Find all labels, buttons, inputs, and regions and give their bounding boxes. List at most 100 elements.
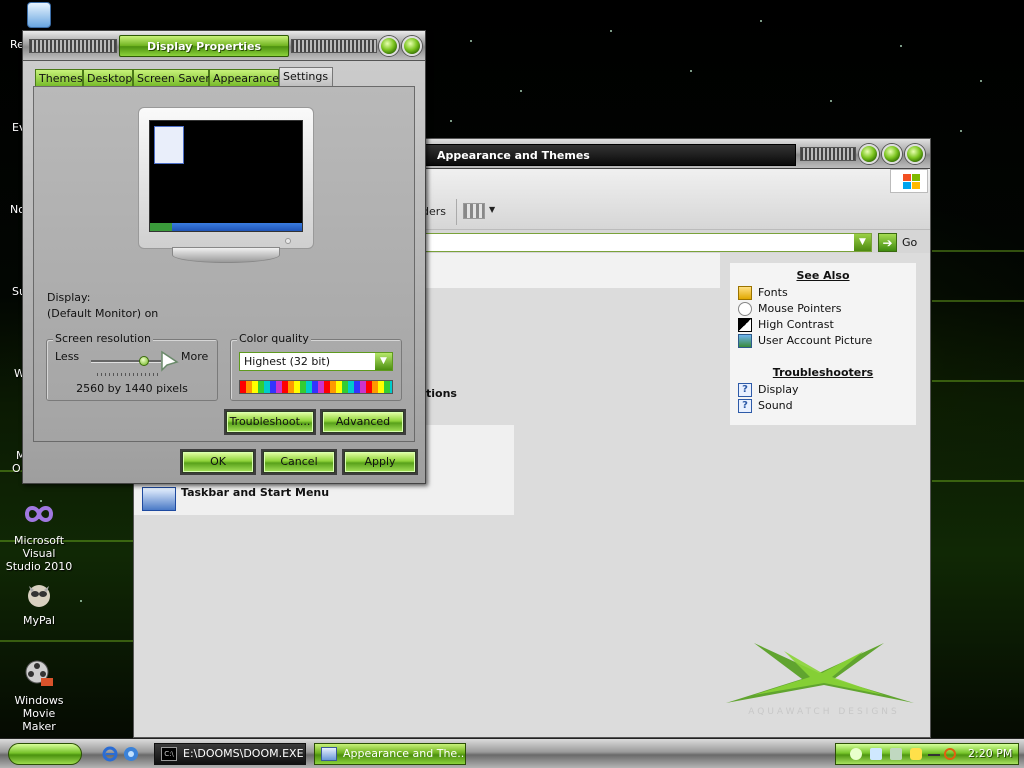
tray-app-icon[interactable] [890, 748, 902, 760]
troubleshooters-heading: Troubleshooters [772, 366, 874, 379]
visual-studio-shortcut[interactable]: Microsoft Visual Studio 2010 [0, 498, 78, 573]
taskbar: C:\ E:\DOOMS\DOOM.EXE Appearance and The… [0, 738, 1024, 768]
grid-line [0, 640, 133, 642]
title-grille [291, 39, 377, 53]
explorer-title-plate: Appearance and Themes [424, 144, 796, 166]
contrast-icon [738, 318, 752, 332]
see-also-item-label: User Account Picture [758, 334, 873, 347]
dialog-title: Display Properties [146, 40, 262, 53]
star [450, 120, 452, 122]
system-tray: 2:20 PM [835, 743, 1019, 765]
recycle-bin-icon [27, 2, 51, 28]
network-icon[interactable] [850, 748, 862, 760]
internet-explorer-icon[interactable] [102, 746, 118, 762]
movie-maker-shortcut[interactable]: Windows Movie Maker [0, 658, 78, 733]
views-icon[interactable] [463, 203, 485, 219]
cancel-button[interactable]: Cancel [263, 451, 335, 473]
start-button[interactable] [8, 743, 82, 765]
power-led-icon [285, 238, 291, 244]
grid-line [932, 300, 1024, 302]
close-button[interactable] [402, 36, 422, 56]
maximize-button[interactable] [882, 144, 902, 164]
chevron-down-icon[interactable]: ▼ [375, 353, 392, 370]
fonts-folder-icon [738, 286, 752, 300]
ok-button[interactable]: OK [182, 451, 254, 473]
less-label: Less [55, 350, 80, 363]
film-reel-icon [23, 658, 55, 690]
star [80, 600, 82, 602]
resolution-slider-track[interactable] [91, 360, 161, 363]
help-button[interactable] [379, 36, 399, 56]
star [830, 100, 832, 102]
help-icon: ? [738, 383, 752, 397]
show-desktop-icon[interactable] [123, 746, 139, 762]
troubleshoot-frame: Troubleshoot... [224, 409, 316, 435]
preview-start [150, 223, 172, 231]
grid-line [932, 380, 1024, 382]
arrow-right-icon: ➔ [878, 233, 897, 252]
icon-label: Windows Movie [14, 694, 64, 720]
icon-label: MyPal [23, 614, 55, 627]
tab-appearance[interactable]: Appearance [209, 69, 279, 86]
address-dropdown-icon[interactable]: ▼ [854, 234, 871, 251]
resolution-group-label: Screen resolution [53, 332, 153, 345]
go-label: Go [902, 236, 918, 249]
monitor-screen [149, 120, 303, 232]
settings-tab-pane: Display: (Default Monitor) on Screen res… [33, 86, 415, 442]
color-quality-group: Color quality Highest (32 bit) ▼ [230, 332, 402, 401]
tray-app-icon[interactable] [870, 748, 882, 760]
troubleshooter-label: Sound [758, 399, 793, 412]
star [690, 70, 692, 72]
taskbar-category-icon[interactable] [142, 487, 176, 511]
advanced-frame: Advanced [320, 409, 406, 435]
taskbar-task-doom[interactable]: C:\ E:\DOOMS\DOOM.EXE [154, 743, 306, 765]
windows-logo-icon [890, 169, 928, 193]
star [980, 80, 982, 82]
preview-window [154, 126, 184, 164]
resolution-slider-thumb[interactable] [138, 356, 149, 366]
mouse-cursor-icon [161, 350, 179, 372]
dialog-titlebar[interactable]: Display Properties [23, 31, 425, 61]
mypal-shortcut[interactable]: MyPal [0, 578, 78, 627]
taskbar-start-menu-link[interactable]: Taskbar and Start Menu [181, 486, 329, 499]
desktop-label-cut[interactable]: O [12, 462, 21, 475]
tab-themes[interactable]: Themes [35, 69, 83, 86]
mouse-icon [738, 302, 752, 316]
title-grille [29, 39, 117, 53]
troubleshoot-button[interactable]: Troubleshoot... [226, 411, 314, 433]
color-quality-label: Color quality [237, 332, 311, 345]
see-also-item-label: Fonts [758, 286, 788, 299]
star [610, 30, 612, 32]
color-quality-value: Highest (32 bit) [244, 355, 331, 368]
tab-settings[interactable]: Settings [279, 67, 333, 87]
toolbar-separator [456, 199, 457, 225]
apply-button[interactable]: Apply [344, 451, 416, 473]
window-title: Appearance and Themes [437, 149, 590, 162]
clock[interactable]: 2:20 PM [968, 747, 1012, 760]
color-quality-select[interactable]: Highest (32 bit) ▼ [239, 352, 393, 371]
see-also-heading: See Also [796, 269, 850, 282]
chevron-down-icon[interactable]: ▼ [489, 205, 495, 214]
visual-studio-icon [23, 498, 55, 530]
search-icon[interactable] [944, 748, 956, 760]
star [960, 130, 962, 132]
recycle-bin-icon-item[interactable] [0, 2, 78, 32]
display-properties-dialog[interactable]: Display Properties Themes Desktop Screen… [22, 30, 426, 484]
taskbar-task-appearance[interactable]: Appearance and The... [314, 743, 466, 765]
task-label: Appearance and The... [343, 747, 466, 760]
task-link-fragment[interactable]: tions [426, 387, 457, 400]
troubleshooter-label: Display [758, 383, 799, 396]
tab-screen-saver[interactable]: Screen Saver [133, 69, 210, 86]
content-header-strip [420, 253, 720, 288]
security-shield-icon[interactable] [910, 748, 922, 760]
title-grille [800, 147, 856, 161]
task-label: E:\DOOMS\DOOM.EXE [183, 747, 304, 760]
minimize-button[interactable] [859, 144, 879, 164]
x-logo-icon [726, 643, 914, 703]
tab-desktop[interactable]: Desktop [83, 69, 133, 86]
resolution-value: 2560 by 1440 pixels [76, 382, 188, 395]
close-button[interactable] [905, 144, 925, 164]
advanced-button[interactable]: Advanced [322, 411, 404, 433]
go-button[interactable]: ➔ Go [878, 233, 926, 252]
cancel-frame: Cancel [261, 449, 337, 475]
